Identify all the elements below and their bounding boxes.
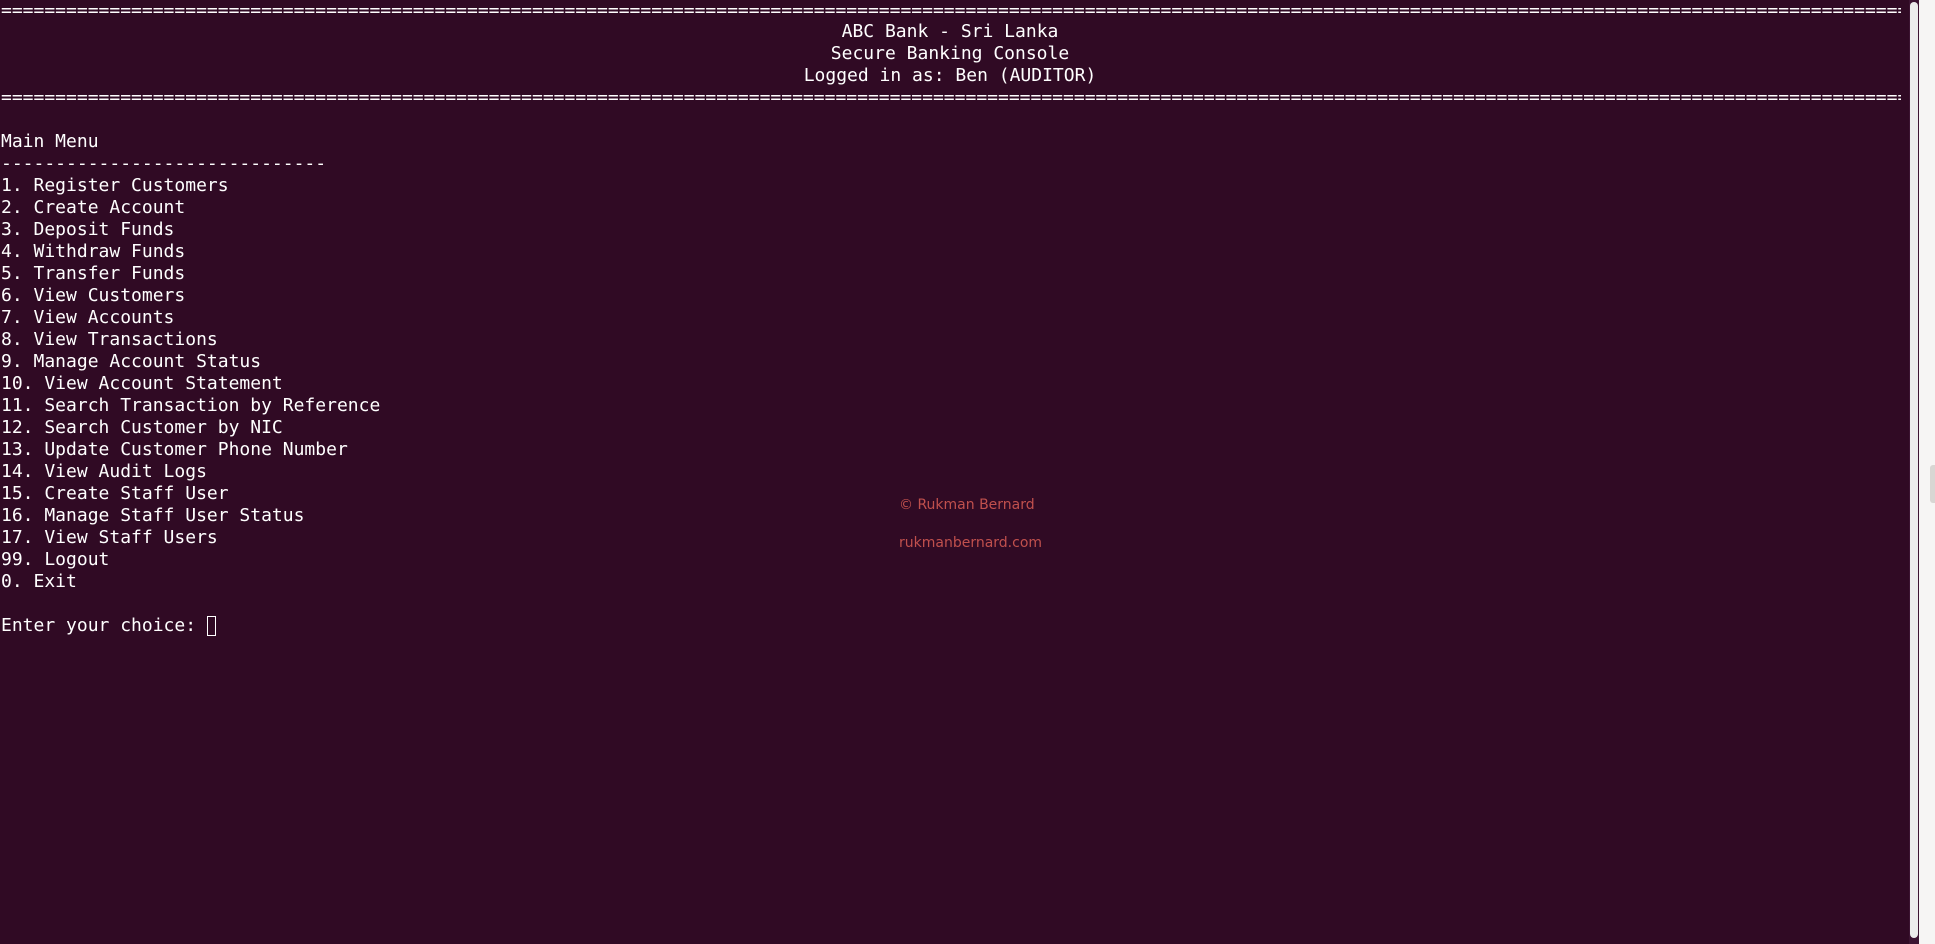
menu-item-view-transactions: 8. View Transactions [1, 329, 218, 350]
window-edge [1919, 0, 1935, 944]
header-rule-bottom: ========================================… [1, 87, 1901, 108]
header-rule-top: ========================================… [1, 0, 1901, 21]
menu-divider: ------------------------------ [1, 153, 327, 174]
menu-item-search-transaction: 11. Search Transaction by Reference [1, 395, 381, 416]
menu-item-view-customers: 6. View Customers [1, 285, 186, 306]
menu-item-deposit-funds: 3. Deposit Funds [1, 219, 175, 240]
scrollbar[interactable] [1909, 0, 1919, 944]
menu-title: Main Menu [1, 131, 99, 152]
watermark-website: rukmanbernard.com [899, 535, 1043, 551]
menu-item-search-customer-nic: 12. Search Customer by NIC [1, 417, 283, 438]
menu-item-withdraw-funds: 4. Withdraw Funds [1, 241, 186, 262]
logged-in-user: Logged in as: Ben (AUDITOR) [803, 65, 1097, 86]
menu-item-view-account-statement: 10. View Account Statement [1, 373, 283, 394]
menu-item-view-accounts: 7. View Accounts [1, 307, 175, 328]
menu-item-update-phone: 13. Update Customer Phone Number [1, 439, 348, 460]
choice-prompt: Enter your choice: [1, 615, 216, 637]
menu-item-transfer-funds: 5. Transfer Funds [1, 263, 186, 284]
menu-item-view-staff-users: 17. View Staff Users [1, 527, 218, 548]
console-title: Secure Banking Console [830, 43, 1070, 64]
scrollbar-thumb[interactable] [1910, 2, 1918, 938]
menu-item-view-audit-logs: 14. View Audit Logs [1, 461, 207, 482]
menu-item-create-account: 2. Create Account [1, 197, 186, 218]
menu-item-create-staff-user: 15. Create Staff User [1, 483, 229, 504]
menu-item-exit: 0. Exit [1, 571, 77, 592]
choice-prompt-label: Enter your choice: [1, 615, 207, 636]
menu-item-register-customers: 1. Register Customers [1, 175, 229, 196]
menu-item-logout: 99. Logout [1, 549, 110, 570]
terminal-window[interactable]: ========================================… [0, 0, 1935, 944]
text-cursor[interactable] [206, 616, 216, 636]
menu-item-manage-account-status: 9. Manage Account Status [1, 351, 262, 372]
bank-name: ABC Bank - Sri Lanka [841, 21, 1059, 42]
watermark-copyright: © Rukman Bernard [899, 497, 1035, 513]
edge-handle[interactable] [1930, 465, 1935, 503]
menu-item-manage-staff-status: 16. Manage Staff User Status [1, 505, 305, 526]
main-menu-list: 1. Register Customers 2. Create Account … [1, 175, 380, 593]
